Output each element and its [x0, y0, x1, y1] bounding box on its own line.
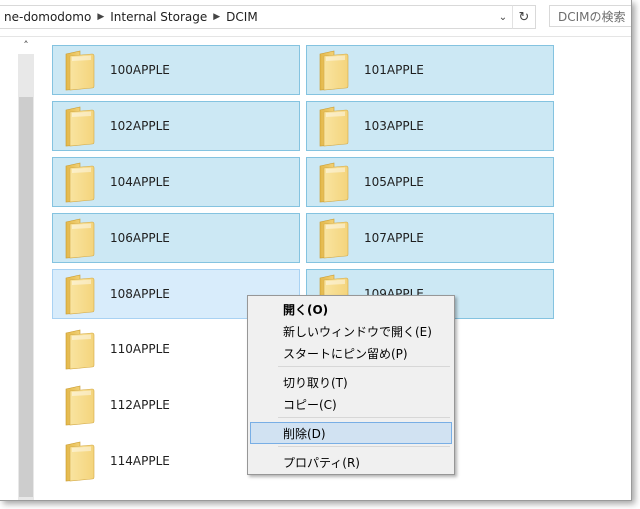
context-menu: 開く(O) 新しいウィンドウで開く(E) スタートにピン留め(P) 切り取り(T) コピ… [247, 295, 455, 475]
context-menu-item[interactable]: 切り取り(T) [250, 371, 452, 393]
folder-icon [65, 385, 95, 426]
folder-icon [65, 274, 95, 315]
menu-separator [278, 446, 450, 447]
navigation-pane [0, 37, 18, 500]
breadcrumb[interactable]: ne-domodomo ▶ Internal Storage ▶ DCIM ⌄ [0, 5, 536, 29]
chevron-right-icon[interactable]: ▶ [95, 12, 106, 22]
folder-icon [65, 441, 95, 482]
chevron-right-icon[interactable]: ▶ [211, 12, 222, 22]
chevron-down-icon[interactable]: ⌄ [493, 6, 513, 28]
search-placeholder: DCIMの検索 [558, 9, 626, 24]
folder-icon [319, 106, 349, 147]
explorer-window: ne-domodomo ▶ Internal Storage ▶ DCIM ⌄ … [0, 0, 632, 501]
folder-icon [65, 329, 95, 370]
folder-name: 106APPLE [110, 231, 170, 245]
folder-item[interactable]: 100APPLE [52, 45, 300, 95]
folder-name: 105APPLE [364, 175, 424, 189]
folder-name: 114APPLE [110, 454, 170, 468]
folder-icon [319, 162, 349, 203]
context-menu-item[interactable]: プロパティ(R) [250, 451, 452, 473]
context-menu-item[interactable]: コピー(C) [250, 393, 452, 415]
folder-icon [319, 50, 349, 91]
folder-icon [65, 162, 95, 203]
folder-name: 107APPLE [364, 231, 424, 245]
context-menu-item[interactable]: 開く(O) [250, 298, 452, 320]
refresh-button[interactable]: ↻ [512, 5, 536, 29]
breadcrumb-item-internal-storage[interactable]: Internal Storage [106, 10, 211, 24]
folder-item[interactable]: 105APPLE [306, 157, 554, 207]
folder-name: 104APPLE [110, 175, 170, 189]
context-menu-item[interactable]: スタートにピン留め(P) [250, 342, 452, 364]
folder-item[interactable]: 103APPLE [306, 101, 554, 151]
scroll-up-arrow-icon[interactable]: ˄ [18, 37, 34, 54]
folder-name: 112APPLE [110, 398, 170, 412]
breadcrumb-item-dcim[interactable]: DCIM [222, 10, 262, 24]
context-menu-item[interactable]: 新しいウィンドウで開く(E) [250, 320, 452, 342]
folder-icon [319, 218, 349, 259]
menu-separator [278, 366, 450, 367]
folder-name: 108APPLE [110, 287, 170, 301]
search-input[interactable]: DCIMの検索 [549, 5, 631, 27]
folder-icon [65, 106, 95, 147]
context-menu-item[interactable]: 削除(D) [250, 422, 452, 444]
vertical-scrollbar[interactable]: ˄ [18, 37, 34, 500]
folder-name: 101APPLE [364, 63, 424, 77]
refresh-icon: ↻ [518, 9, 530, 25]
menu-separator [278, 417, 450, 418]
folder-item[interactable]: 102APPLE [52, 101, 300, 151]
breadcrumb-item-device[interactable]: ne-domodomo [0, 10, 95, 24]
folder-item[interactable]: 106APPLE [52, 213, 300, 263]
folder-icon [65, 50, 95, 91]
folder-item[interactable]: 101APPLE [306, 45, 554, 95]
folder-icon [65, 218, 95, 259]
scroll-thumb[interactable] [19, 97, 33, 497]
folder-name: 100APPLE [110, 63, 170, 77]
folder-item[interactable]: 104APPLE [52, 157, 300, 207]
folder-name: 102APPLE [110, 119, 170, 133]
folder-name: 110APPLE [110, 342, 170, 356]
address-bar: ne-domodomo ▶ Internal Storage ▶ DCIM ⌄ … [0, 0, 631, 37]
folder-name: 103APPLE [364, 119, 424, 133]
folder-item[interactable]: 107APPLE [306, 213, 554, 263]
